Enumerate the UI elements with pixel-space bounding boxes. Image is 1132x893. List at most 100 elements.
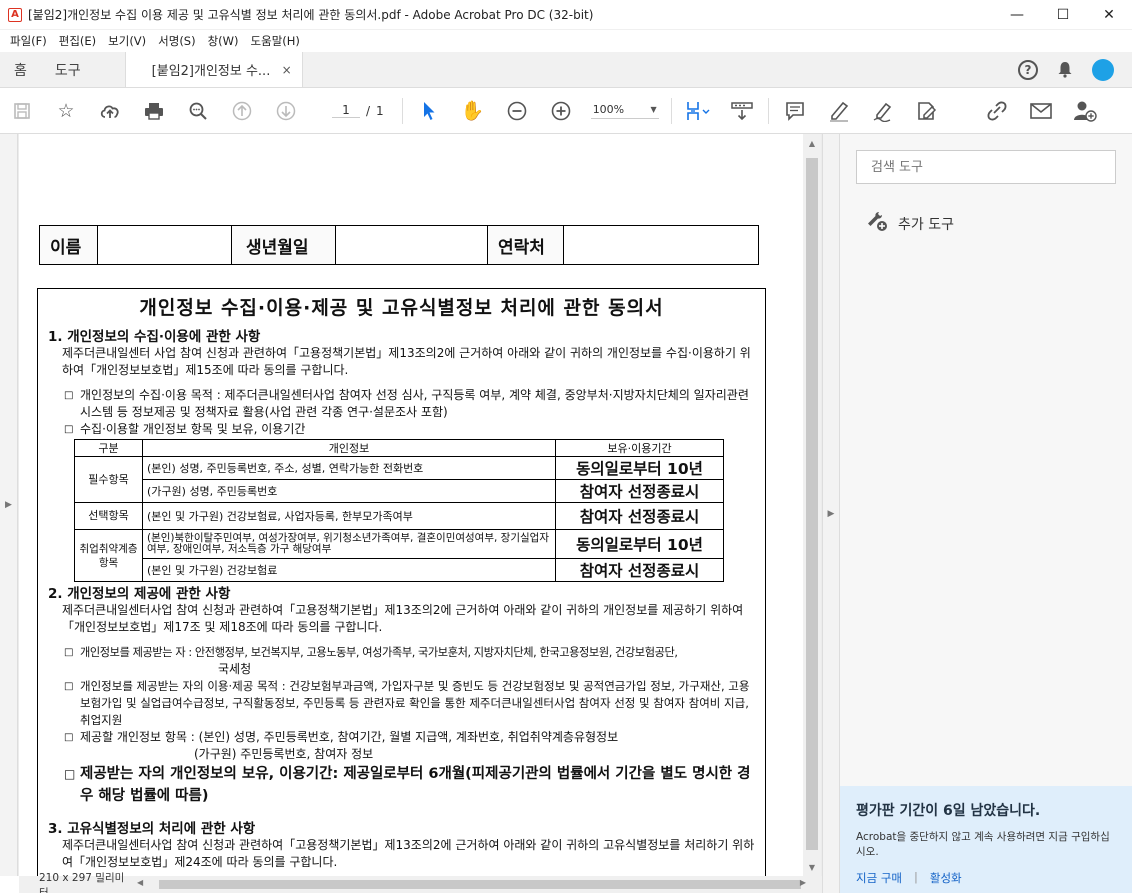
vertical-scrollbar[interactable]: ▲ ▼ <box>803 134 821 876</box>
tools-panel: 추가 도구 평가판 기간이 6일 남았습니다. Acrobat을 중단하지 않고… <box>840 134 1132 893</box>
section1-intro: 제주더큰내일센터 사업 참여 신청과 관련하여「고용정책기본법」제13조의2에 … <box>62 346 751 377</box>
table-header: 보유·이용기간 <box>555 439 724 457</box>
checkbox-square-icon: □ <box>64 767 76 781</box>
toolbar: ☆ / 1 ✋ 100% ▼ <box>0 88 1132 134</box>
highlight-pen-icon[interactable] <box>817 88 861 134</box>
section2-heading: 2. 개인정보의 제공에 관한 사항 <box>48 586 231 602</box>
link-separator: | <box>913 870 918 884</box>
checkbox-square-icon: □ <box>64 732 74 743</box>
user-avatar[interactable] <box>1092 58 1114 81</box>
scroll-thumb[interactable] <box>159 880 801 889</box>
birth-label: 생년월일 <box>232 226 336 264</box>
menu-sign[interactable]: 서명(S) <box>152 33 201 49</box>
table-header: 개인정보 <box>142 439 556 457</box>
tab-document[interactable]: [붙임2]개인정보 수... × <box>124 52 303 87</box>
section2-bullet-retention: □ 제공받는 자의 개인정보의 보유, 이용기간: 제공일로부터 6개월(피제공… <box>64 763 757 807</box>
section1-bullet-items: □ 수집·이용할 개인정보 항목 및 보유, 이용기간 <box>64 421 757 438</box>
add-user-icon[interactable] <box>1063 88 1107 134</box>
menu-help[interactable]: 도움말(H) <box>245 33 306 49</box>
name-value-cell[interactable] <box>98 226 232 264</box>
scroll-right-icon[interactable]: ▶ <box>800 878 806 887</box>
acrobat-app-icon: A <box>8 7 22 22</box>
birth-value-cell[interactable] <box>336 226 488 264</box>
scroll-thumb[interactable] <box>806 158 818 850</box>
bookmark-star-icon[interactable]: ☆ <box>44 88 88 134</box>
checkbox-square-icon: □ <box>64 390 74 401</box>
next-page-icon[interactable] <box>264 88 308 134</box>
section3-heading: 3. 고유식별정보의 처리에 관한 사항 <box>48 821 256 837</box>
fill-sign-icon[interactable] <box>905 88 949 134</box>
wrench-plus-icon <box>866 210 888 237</box>
activate-link[interactable]: 활성화 <box>930 870 962 886</box>
more-tools-label: 추가 도구 <box>898 216 954 233</box>
menu-bar: 파일(F) 편집(E) 보기(V) 서명(S) 창(W) 도움말(H) <box>0 30 1132 52</box>
retention-cell: 동의일로부터 10년 <box>555 529 724 559</box>
hand-tool-icon[interactable]: ✋ <box>451 88 495 134</box>
contact-value-cell[interactable] <box>564 226 758 264</box>
tab-home[interactable]: 홈 <box>0 52 41 87</box>
toolbar-divider <box>767 97 769 124</box>
retention-cell: 참여자 선정종료시 <box>555 502 724 530</box>
search-tools-input[interactable] <box>856 150 1116 184</box>
share-link-icon[interactable] <box>975 88 1019 134</box>
scroll-up-icon[interactable]: ▲ <box>803 134 821 152</box>
page-dimensions: 210 x 297 밀리미터 <box>39 871 125 893</box>
bullet-text: 제공받는 자의 개인정보의 보유, 이용기간: 제공일로부터 6개월(피제공기관… <box>80 766 751 804</box>
search-zoom-icon[interactable] <box>176 88 220 134</box>
select-cursor-icon[interactable] <box>407 88 451 134</box>
page-separator: / <box>366 103 371 118</box>
bullet-continuation: (가구원) 주민등록번호, 참여자 정보 <box>194 747 374 761</box>
section3-intro: 제주더큰내일센터사업 참여 신청과 관련하여「고용정책기본법」제13조의2에 근… <box>62 838 755 869</box>
section1-heading: 1. 개인정보의 수집·이용에 관한 사항 <box>48 329 261 345</box>
bullet-text: 제공할 개인정보 항목 : (본인) 성명, 주민등록번호, 참여기간, 월별 … <box>80 730 619 744</box>
minimize-button[interactable]: — <box>994 0 1040 30</box>
horizontal-scrollbar[interactable]: ◀ ▶ <box>129 876 822 893</box>
page-number-input[interactable] <box>332 103 360 118</box>
scroll-down-icon[interactable]: ▼ <box>803 858 821 876</box>
menu-view[interactable]: 보기(V) <box>102 33 152 49</box>
section2-bullet-items: □ 제공할 개인정보 항목 : (본인) 성명, 주민등록번호, 참여기간, 월… <box>64 729 757 746</box>
page-fit-icon[interactable] <box>676 88 720 134</box>
more-tools-button[interactable]: 추가 도구 <box>866 210 954 237</box>
status-bar: 210 x 297 밀리미터 ◀ ▶ <box>19 872 822 893</box>
zoom-in-icon[interactable] <box>539 88 583 134</box>
retention-cell: 참여자 선정종료시 <box>555 479 724 503</box>
tab-close-icon[interactable]: × <box>282 63 292 77</box>
previous-page-icon[interactable] <box>220 88 264 134</box>
zoom-out-icon[interactable] <box>495 88 539 134</box>
notification-bell-icon[interactable] <box>1056 61 1074 79</box>
bullet-text: 개인정보의 수집·이용 목적 : 제주더큰내일센터사업 참여자 선정 심사, 구… <box>80 388 749 419</box>
scroll-left-icon[interactable]: ◀ <box>137 878 143 887</box>
email-icon[interactable] <box>1019 88 1063 134</box>
cloud-upload-icon[interactable] <box>88 88 132 134</box>
page-total: 1 <box>376 103 384 118</box>
checkbox-square-icon: □ <box>64 681 74 692</box>
consent-title: 개인정보 수집·이용·제공 및 고유식별정보 처리에 관한 동의서 <box>139 297 664 319</box>
bullet-text: 수집·이용할 개인정보 항목 및 보유, 이용기간 <box>80 422 306 436</box>
personal-info-table: 구분 개인정보 보유·이용기간 필수항목 (본인) 성명, 주민등록번호, 주소… <box>74 439 724 582</box>
zoom-value: 100% <box>592 102 625 116</box>
menu-edit[interactable]: 편집(E) <box>53 33 102 49</box>
print-icon[interactable] <box>132 88 176 134</box>
scroll-mode-icon[interactable] <box>720 88 764 134</box>
comment-icon[interactable] <box>773 88 817 134</box>
right-panel-collapse-icon[interactable]: ▶ <box>822 134 840 893</box>
window-title: [붙임2]개인정보 수집 이용 제공 및 고유식별 정보 처리에 관한 동의서.… <box>28 8 594 22</box>
title-bar: A [붙임2]개인정보 수집 이용 제공 및 고유식별 정보 처리에 관한 동의… <box>0 0 1132 30</box>
close-window-button[interactable]: ✕ <box>1086 0 1132 30</box>
buy-now-link[interactable]: 지금 구매 <box>856 870 902 886</box>
bullet-text: 개인정보를 제공받는 자 : 안전행정부, 보건복지부, 고용노동부, 여성가족… <box>80 646 678 659</box>
maximize-button[interactable]: ☐ <box>1040 0 1086 30</box>
checkbox-square-icon: □ <box>64 647 74 658</box>
draw-sign-icon[interactable] <box>861 88 905 134</box>
toolbar-divider <box>401 97 403 124</box>
zoom-dropdown[interactable]: 100% ▼ <box>590 102 659 119</box>
left-panel-expand-icon[interactable]: ▶ <box>0 134 18 876</box>
menu-window[interactable]: 창(W) <box>202 33 245 49</box>
trial-text: Acrobat을 중단하지 않고 계속 사용하려면 지금 구입하십시오. <box>856 831 1110 858</box>
save-icon[interactable] <box>0 88 44 134</box>
help-icon[interactable]: ? <box>1018 59 1038 80</box>
category-cell: 취업취약계층항목 <box>74 529 143 582</box>
tab-tools[interactable]: 도구 <box>41 52 95 87</box>
menu-file[interactable]: 파일(F) <box>4 33 53 49</box>
